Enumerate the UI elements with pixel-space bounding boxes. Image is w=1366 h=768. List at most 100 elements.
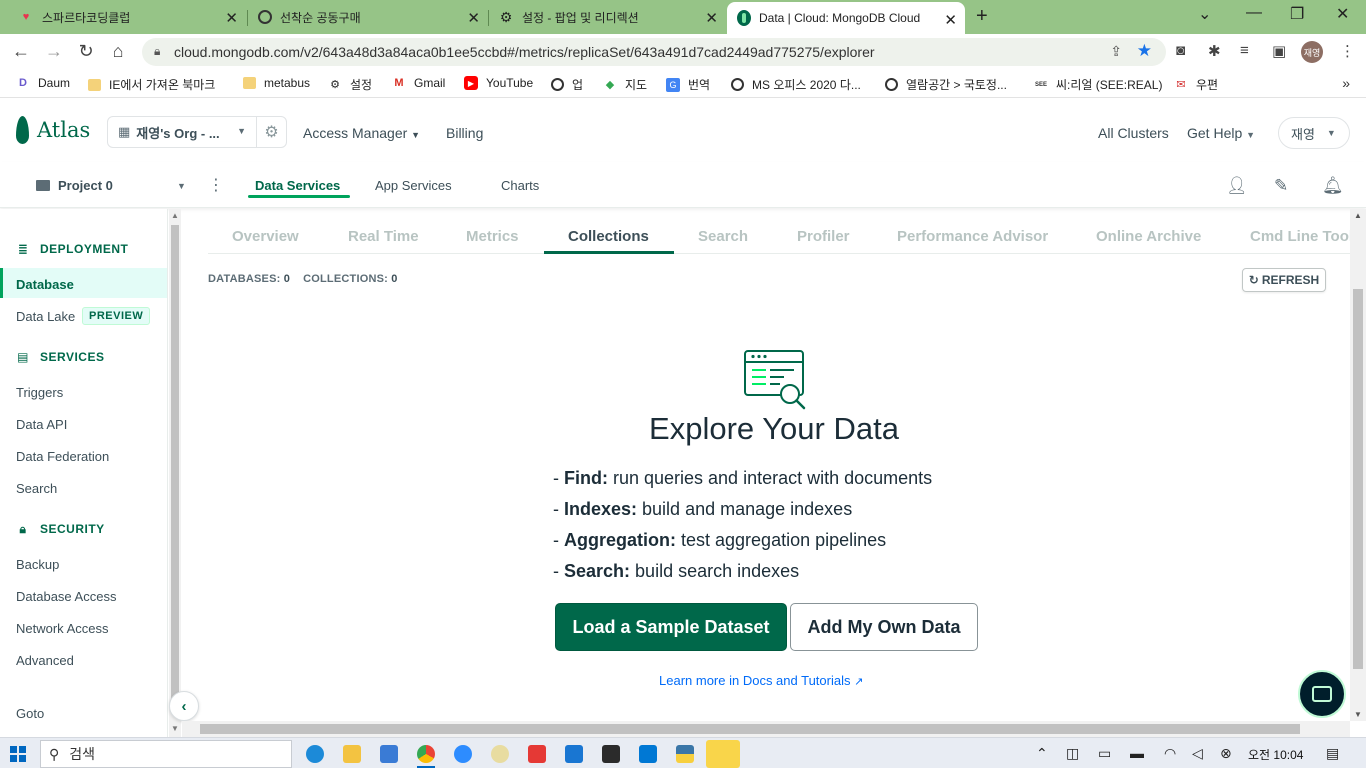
access-manager-link[interactable]: Access Manager ▼ (303, 125, 420, 141)
taskbar-clock[interactable]: 오전 10:04 (1248, 746, 1303, 763)
add-my-own-data-button[interactable]: Add My Own Data (790, 603, 978, 651)
scroll-thumb[interactable] (200, 724, 1300, 734)
bookmark-star-icon[interactable]: ★ (1137, 41, 1152, 61)
tab-data-services[interactable]: Data Services (255, 178, 340, 193)
bookmark-reading-room[interactable]: 열람공간 > 국토정... (885, 76, 1007, 93)
scroll-thumb[interactable] (171, 225, 179, 705)
chrome-icon[interactable] (417, 745, 435, 763)
tray-app-icon[interactable]: ◫ (1066, 745, 1079, 762)
taskbar-search-box[interactable]: ⚲ 검색 (40, 740, 292, 768)
browser-menu-icon[interactable]: ⋮ (1340, 42, 1355, 60)
extensions-puzzle-icon[interactable]: ✱ (1208, 42, 1221, 60)
sidebar-item-search[interactable]: Search (16, 481, 57, 496)
bookmark-metabus[interactable]: metabus (243, 76, 310, 90)
caret-down-icon[interactable]: ▼ (177, 181, 186, 191)
sidebar-item-data-api[interactable]: Data API (16, 417, 67, 432)
tab-performance-advisor[interactable]: Performance Advisor (897, 228, 1048, 245)
notification-center-icon[interactable]: ▤ (1326, 745, 1339, 762)
store-icon[interactable] (380, 745, 398, 763)
browser-tab-group-buy[interactable]: 선착순 공동구매 ✕ (248, 0, 488, 34)
bookmark-daum[interactable]: D Daum (16, 76, 70, 90)
bookmark-up[interactable]: 업 (551, 76, 583, 93)
sidebar-item-network-access[interactable]: Network Access (16, 621, 108, 636)
sidebar-item-advanced[interactable]: Advanced (16, 653, 74, 668)
address-bar[interactable]: 🔒︎ cloud.mongodb.com/v2/643a48d3a84aca0b… (142, 38, 1166, 66)
activity-feed-icon[interactable]: ✎ (1274, 176, 1288, 196)
close-icon[interactable]: ✕ (467, 9, 480, 27)
battery-icon[interactable]: ▬ (1130, 745, 1144, 761)
reload-icon[interactable]: ↻ (75, 41, 97, 62)
edge-icon[interactable] (306, 745, 324, 763)
bookmark-settings[interactable]: ⚙ 설정 (328, 76, 372, 93)
tab-online-archive[interactable]: Online Archive (1096, 228, 1201, 245)
new-tab-button[interactable]: + (976, 5, 988, 28)
share-icon[interactable]: ⇪ (1110, 43, 1122, 60)
bookmark-ms-office[interactable]: MS 오피스 2020 다... (731, 76, 861, 93)
bookmarks-overflow-icon[interactable]: » (1342, 75, 1350, 91)
tab-charts[interactable]: Charts (501, 178, 539, 193)
egg-app-icon[interactable] (491, 745, 509, 763)
bookmark-seereal[interactable]: SEE 씨:리얼 (SEE:REAL) (1034, 76, 1163, 93)
bookmark-gmail[interactable]: M Gmail (392, 76, 445, 90)
reading-list-icon[interactable]: ≡ (1240, 42, 1249, 59)
tab-cmd-line-tools[interactable]: Cmd Line Tools (1250, 228, 1350, 245)
tray-chevron-icon[interactable]: ⌃ (1036, 745, 1048, 762)
user-menu[interactable]: 재영 ▼ (1278, 117, 1350, 149)
refresh-button[interactable]: ↻ REFRESH (1242, 268, 1326, 292)
horizontal-scrollbar[interactable] (182, 721, 1350, 737)
notifications-off-icon[interactable]: ⊗ (1220, 745, 1232, 762)
support-chat-button[interactable] (1298, 670, 1346, 718)
python-icon[interactable] (676, 745, 694, 763)
tray-display-icon[interactable]: ▭ (1098, 745, 1111, 762)
browser-tab-sparta[interactable]: ♥ 스파르타코딩클럽 ✕ (8, 0, 246, 34)
get-help-menu[interactable]: Get Help ▼ (1187, 125, 1255, 141)
close-icon[interactable]: ✕ (225, 9, 238, 27)
close-icon[interactable]: ✕ (705, 9, 718, 27)
load-sample-dataset-button[interactable]: Load a Sample Dataset (555, 603, 787, 651)
main-scrollbar[interactable]: ▲ ▼ (1350, 209, 1366, 721)
tab-real-time[interactable]: Real Time (348, 228, 419, 245)
tab-collections[interactable]: Collections (568, 228, 649, 245)
bookmark-post[interactable]: ✉ 우편 (1174, 76, 1218, 93)
scroll-down-icon[interactable]: ▼ (171, 724, 179, 733)
scroll-up-icon[interactable]: ▲ (171, 211, 179, 220)
bookmark-youtube[interactable]: ▶ YouTube (464, 76, 533, 90)
minimize-icon[interactable]: — (1246, 4, 1262, 22)
lock-icon[interactable]: 🔒︎ (154, 44, 160, 59)
atlas-logo[interactable]: Atlas (16, 116, 90, 144)
zoom-icon[interactable] (454, 745, 472, 763)
tab-metrics[interactable]: Metrics (466, 228, 519, 245)
sidebar-item-data-federation[interactable]: Data Federation (16, 449, 109, 464)
sidebar-item-triggers[interactable]: Triggers (16, 385, 63, 400)
org-settings-gear-icon[interactable]: ⚙ (256, 117, 286, 147)
sidebar-item-backup[interactable]: Backup (16, 557, 59, 572)
browser-tab-mongodb[interactable]: Data | Cloud: MongoDB Cloud ✕ (727, 2, 965, 34)
sidebar-item-data-lake[interactable]: Data Lake (16, 309, 75, 324)
kakaotalk-icon[interactable] (706, 740, 740, 768)
side-panel-icon[interactable]: ▣ (1272, 42, 1286, 60)
tab-profiler[interactable]: Profiler (797, 228, 850, 245)
red-app-icon[interactable] (528, 745, 546, 763)
window-close-icon[interactable]: ✕ (1336, 4, 1349, 24)
bell-icon[interactable]: 🔔︎ (1322, 176, 1344, 196)
file-explorer-icon[interactable] (343, 745, 361, 763)
cube-app-icon[interactable] (565, 745, 583, 763)
wifi-icon[interactable]: ◠ (1164, 745, 1176, 762)
tab-overview[interactable]: Overview (232, 228, 299, 245)
sidebar-item-goto[interactable]: Goto (16, 706, 44, 721)
sidebar-item-database-access[interactable]: Database Access (16, 589, 116, 604)
tab-app-services[interactable]: App Services (375, 178, 452, 193)
collapse-sidebar-button[interactable]: ‹ (169, 691, 199, 721)
scroll-thumb[interactable] (1353, 289, 1363, 669)
back-arrow-icon[interactable]: ← (10, 41, 32, 62)
bookmark-maps[interactable]: ◆ 지도 (603, 76, 647, 93)
profile-avatar[interactable]: 재영 (1301, 41, 1323, 63)
all-clusters-link[interactable]: All Clusters (1098, 125, 1169, 141)
camera-icon[interactable]: ◙ (1176, 42, 1185, 59)
sidebar-scrollbar[interactable]: ▲ ▼ (169, 209, 181, 737)
tab-search-chevron-icon[interactable]: ⌄ (1198, 4, 1211, 24)
scroll-down-icon[interactable]: ▼ (1354, 710, 1362, 719)
home-icon[interactable]: ⌂ (107, 41, 129, 62)
invite-user-icon[interactable]: 👤︎ (1226, 176, 1248, 196)
scroll-up-icon[interactable]: ▲ (1354, 211, 1362, 220)
